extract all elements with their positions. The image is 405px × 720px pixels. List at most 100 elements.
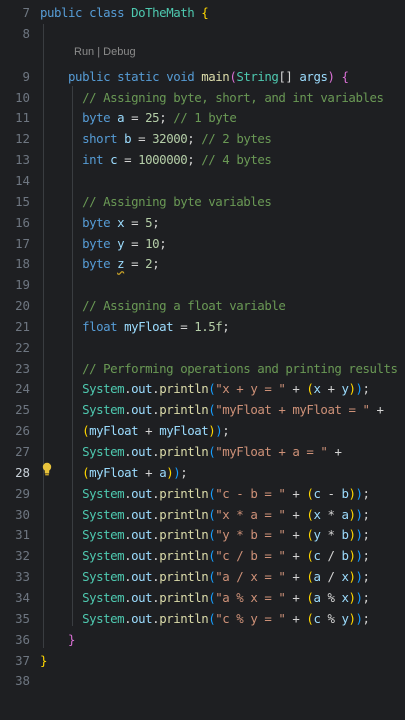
code-line[interactable]: System.out.println("y * b = " + (y * b))… [40, 525, 370, 546]
code-line[interactable]: short b = 32000; // 2 bytes [40, 129, 272, 150]
code-token: + [320, 381, 342, 397]
code-token: - [320, 485, 342, 501]
code-line[interactable]: System.out.println("c - b = " + (c - b))… [40, 484, 370, 505]
code-token: println [159, 506, 209, 522]
code-line[interactable]: byte x = 5; [40, 213, 160, 234]
code-line[interactable]: System.out.println("x * a = " + (x * a))… [40, 505, 370, 526]
code-token: b [341, 527, 349, 543]
code-token: out [131, 548, 153, 564]
code-token: x [341, 569, 349, 585]
code-line[interactable]: System.out.println("myFloat + myFloat = … [40, 400, 384, 421]
code-token: // Assigning byte variables [82, 193, 272, 209]
code-token: // 2 bytes [201, 131, 272, 147]
code-token: ) [348, 548, 356, 564]
code-line[interactable]: System.out.println("myFloat + a = " + [40, 442, 342, 463]
code-token: byte [82, 110, 118, 126]
code-token: ; [222, 318, 230, 334]
code-token: println [159, 444, 209, 459]
code-token: = [124, 235, 146, 251]
code-area[interactable]: public class DoTheMath { public static v… [0, 0, 405, 720]
code-line[interactable]: } [40, 630, 75, 651]
code-token: ) [355, 381, 363, 397]
code-token: + [285, 381, 307, 397]
code-token: ) [348, 527, 356, 543]
code-line[interactable]: System.out.println("c % y = " + (c % y))… [40, 609, 370, 630]
code-token: ; [187, 152, 202, 168]
code-line[interactable]: } [40, 651, 47, 672]
code-token: myFloat [89, 464, 139, 480]
code-line[interactable]: float myFloat = 1.5f; [40, 317, 230, 338]
code-token: ; [180, 464, 188, 480]
code-token: = [117, 152, 139, 168]
code-token: ) [355, 589, 363, 605]
code-token: myFloat [89, 423, 139, 439]
code-line[interactable]: System.out.println("a / x = " + (a / x))… [40, 567, 370, 588]
code-token: "a % x = " [215, 589, 286, 605]
code-token: System [82, 548, 125, 564]
code-token: + [138, 423, 160, 439]
code-token: float [82, 318, 125, 334]
code-line[interactable]: System.out.println("a % x = " + (a % x))… [40, 588, 370, 609]
code-token: = [124, 110, 146, 126]
code-line[interactable]: public class DoTheMath { [40, 3, 209, 24]
code-line[interactable]: System.out.println("x + y = " + (x + y))… [40, 379, 370, 400]
code-line[interactable]: byte y = 10; [40, 234, 167, 255]
code-token: System [82, 506, 125, 522]
code-token: "x * a = " [215, 506, 286, 522]
code-token: 1000000 [138, 152, 188, 168]
code-line[interactable]: int c = 1000000; // 4 bytes [40, 150, 272, 171]
code-token: ; [222, 423, 230, 439]
code-token: // 4 bytes [201, 152, 272, 168]
code-token: ) [348, 610, 356, 626]
code-line[interactable]: System.out.println("c / b = " + (c / b))… [40, 546, 370, 567]
code-token: = [124, 214, 146, 230]
code-token: ) [348, 485, 356, 501]
code-token: ; [362, 610, 370, 626]
code-line[interactable]: byte a = 25; // 1 byte [40, 108, 237, 129]
code-line[interactable]: (myFloat + myFloat)); [40, 421, 230, 442]
code-token: ) [348, 506, 356, 522]
code-line[interactable]: public static void main(String[] args) { [40, 67, 349, 88]
code-editor[interactable]: 7 8 9 10 11 12 13 14 15 16 17 18 19 20 21 22 23 24 25 26 27 2… [0, 0, 405, 720]
code-token: { [201, 5, 209, 20]
code-token: out [131, 402, 153, 418]
code-token: = [124, 256, 146, 272]
code-token: * [320, 527, 342, 543]
code-token: int [82, 152, 111, 168]
code-token: + [327, 444, 342, 459]
code-token: ) [355, 610, 363, 626]
code-token: "c / b = " [215, 548, 286, 564]
code-token: y [341, 381, 349, 397]
code-token: args [299, 68, 328, 84]
code-line[interactable]: (myFloat + a)); [40, 463, 188, 484]
code-token: ; [362, 485, 370, 501]
code-line[interactable]: // Assigning byte, short, and int variab… [40, 88, 384, 109]
code-line[interactable]: // Assigning byte variables [40, 192, 272, 213]
code-token: 10 [145, 235, 160, 251]
codelens-run-debug[interactable]: Run | Debug [74, 46, 136, 58]
code-token: ; [159, 235, 167, 251]
code-token: main [201, 68, 230, 84]
lightbulb-icon[interactable] [41, 462, 53, 476]
code-token: class [89, 5, 132, 20]
code-token: ; [152, 256, 160, 272]
code-line[interactable]: // Performing operations and printing re… [40, 359, 398, 380]
code-line[interactable]: // Assigning a float variable [40, 296, 286, 317]
code-token: System [82, 589, 125, 605]
code-token: out [131, 589, 153, 605]
code-token: System [82, 610, 125, 626]
code-line[interactable]: byte z = 2; [40, 254, 160, 275]
